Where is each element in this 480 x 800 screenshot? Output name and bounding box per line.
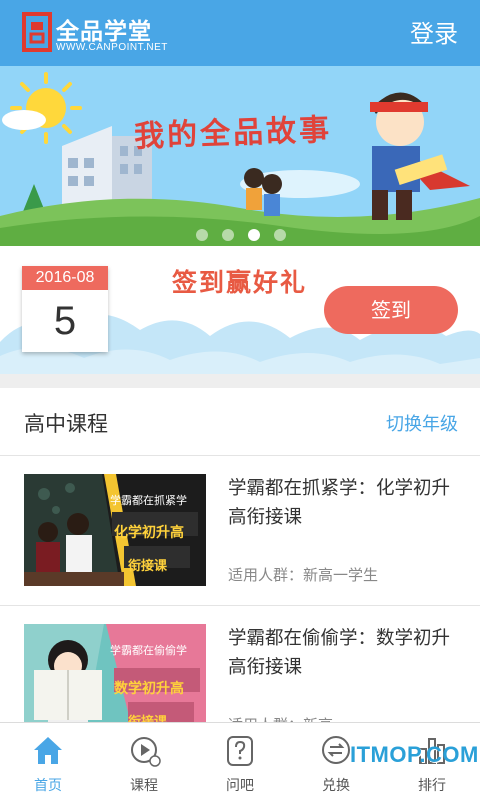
- signin-panel: 2016-08 5 签到赢好礼 签到: [0, 246, 480, 374]
- tab-label: 问吧: [226, 778, 254, 794]
- tab-questions[interactable]: 问吧: [192, 723, 288, 800]
- tab-label: 兑换: [322, 778, 350, 794]
- course-title[interactable]: 学霸都在抓紧学：化学初升高衔接课: [228, 474, 460, 532]
- thumbnail-caption-3: 衔接课: [128, 559, 168, 574]
- login-button[interactable]: 登录: [410, 14, 458, 49]
- exchange-icon: [322, 736, 350, 764]
- logo-url: WWW.CANPOINT.NET: [56, 42, 168, 53]
- course-section-header: 高中课程 切换年级: [0, 388, 480, 456]
- section-divider: [0, 374, 480, 388]
- course-thumbnail: 学霸都在偷偷学 数学初升高 衔接课: [24, 624, 206, 736]
- canpoint-logo-icon: [22, 12, 52, 52]
- switch-grade-link[interactable]: 切换年级: [386, 410, 458, 436]
- play-icon: [131, 737, 161, 767]
- carousel-dot[interactable]: [222, 229, 234, 241]
- signin-button[interactable]: 签到: [324, 286, 458, 334]
- carousel-indicator: [196, 229, 286, 241]
- top-bar: 全品学堂 WWW.CANPOINT.NET 登录: [0, 0, 480, 66]
- thumbnail-caption-1: 学霸都在抓紧学: [110, 494, 187, 507]
- course-title[interactable]: 学霸都在偷偷学：数学初升高衔接课: [228, 624, 460, 682]
- carousel-dot[interactable]: [196, 229, 208, 241]
- banner-illustration: [0, 66, 480, 246]
- site-watermark: ITMOP.COM: [350, 742, 479, 767]
- question-icon: [227, 736, 253, 766]
- app-logo: 全品学堂 WWW.CANPOINT.NET: [22, 12, 167, 56]
- course-audience: 适用人群：新高一学生: [228, 566, 379, 584]
- carousel-dot[interactable]: [248, 229, 260, 241]
- course-thumbnail: 学霸都在抓紧学 化学初升高 衔接课: [24, 474, 206, 586]
- tab-label: 排行: [418, 778, 446, 794]
- date-calendar: 2016-08 5: [22, 266, 108, 352]
- section-title: 高中课程: [24, 412, 108, 436]
- thumbnail-caption-2: 化学初升高: [114, 525, 184, 541]
- home-icon: [34, 737, 62, 764]
- thumbnail-caption-2: 数学初升高: [114, 681, 184, 697]
- course-item[interactable]: 学霸都在抓紧学 化学初升高 衔接课 学霸都在抓紧学：化学初升高衔接课 适用人群：…: [0, 456, 480, 606]
- logo-name: 全品学堂: [56, 19, 152, 45]
- signin-slogan: 签到赢好礼: [172, 268, 308, 297]
- calendar-day: 5: [53, 299, 77, 343]
- tab-courses[interactable]: 课程: [96, 723, 192, 800]
- tab-label: 课程: [130, 778, 158, 794]
- calendar-month: 2016-08: [22, 266, 108, 290]
- banner-title: 我的全品故事: [133, 112, 333, 155]
- thumbnail-caption-1: 学霸都在偷偷学: [110, 644, 187, 657]
- tab-label: 首页: [34, 778, 62, 794]
- promo-banner[interactable]: 我的全品故事: [0, 66, 480, 246]
- tab-home[interactable]: 首页: [0, 723, 96, 800]
- carousel-dot[interactable]: [274, 229, 286, 241]
